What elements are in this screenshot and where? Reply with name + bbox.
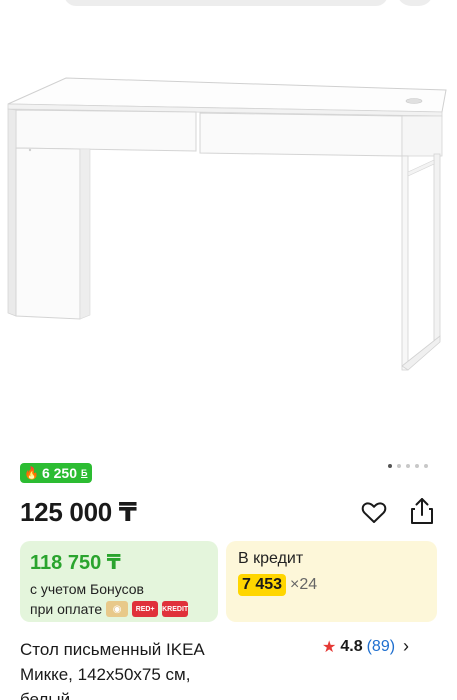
search-bar[interactable] (64, 0, 388, 6)
product-title: Стол письменный IKEA Микке, 142x50x75 см… (20, 637, 310, 700)
bonus-payment-caption: при оплате (30, 601, 103, 617)
gallery-pagination[interactable] (388, 464, 428, 468)
share-button[interactable] (407, 496, 437, 526)
favorite-button[interactable] (359, 498, 389, 528)
heart-icon (361, 502, 387, 523)
product-title-line: Микке, 142x50x75 см, (20, 665, 191, 684)
top-bar (0, 0, 457, 12)
review-count[interactable]: (89) (367, 638, 395, 656)
share-icon (411, 498, 433, 524)
product-title-line: белый (20, 690, 71, 700)
product-image[interactable] (0, 60, 457, 390)
bonus-price: 118 750 ₸ (30, 552, 121, 574)
gallery-dot[interactable] (388, 464, 392, 468)
bonus-currency: Б (81, 468, 88, 478)
bonus-badge: 🔥 6 250 Б (20, 463, 93, 483)
desk-illustration (7, 77, 447, 371)
flame-icon: 🔥 (24, 466, 39, 480)
bonus-badge-amount: 6 250 (41, 465, 77, 481)
kredit-logo-icon: KREDIT (162, 601, 188, 617)
credit-card[interactable]: В кредит 7 453 ×24 (226, 541, 437, 622)
gallery-dot[interactable] (424, 464, 428, 468)
product-rating[interactable]: ★ 4.8 (89) › (322, 636, 409, 657)
red-plus-logo-icon: RED+ (132, 601, 159, 617)
bonus-caption: с учетом Бонусов (30, 581, 144, 597)
header-action-button[interactable] (397, 0, 433, 6)
credit-months: ×24 (290, 576, 318, 593)
rating-score: 4.8 (340, 637, 363, 655)
gallery-dot[interactable] (415, 464, 419, 468)
gallery-dot[interactable] (406, 464, 410, 468)
product-title-line: Стол письменный IKEA (20, 640, 205, 659)
kaspi-logo-icon: ◉ (106, 601, 129, 617)
credit-title: В кредит (238, 550, 304, 567)
chevron-right-icon: › (403, 636, 410, 656)
star-icon: ★ (322, 638, 337, 656)
bonus-payment-row: при оплате ◉ RED+ KREDIT (30, 601, 208, 617)
gallery-dot[interactable] (397, 464, 401, 468)
product-price: 125 000 ₸ (20, 497, 137, 527)
credit-monthly-amount: 7 453 (238, 574, 287, 596)
bonus-price-card[interactable]: 118 750 ₸ с учетом Бонусов при оплате ◉ … (20, 541, 218, 622)
credit-row: 7 453 ×24 (238, 574, 425, 596)
